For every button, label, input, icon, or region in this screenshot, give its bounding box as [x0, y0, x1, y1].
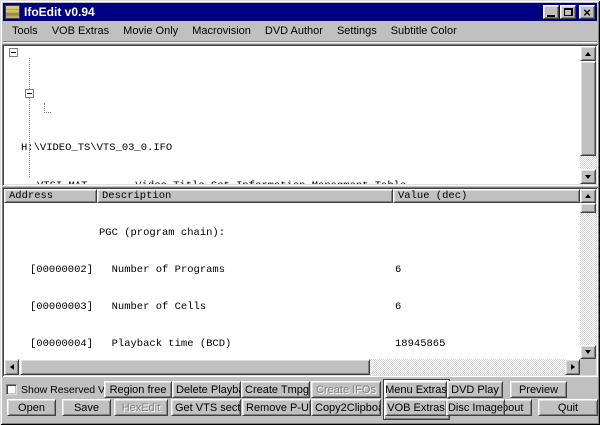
arrow-up-icon: [585, 49, 591, 56]
menu-item-dvd-author[interactable]: DVD Author: [258, 23, 330, 39]
table-vertical-scrollbar[interactable]: [580, 189, 596, 359]
arrow-down-icon: [585, 350, 591, 357]
collapse-icon[interactable]: [25, 89, 34, 98]
scroll-down-button[interactable]: [580, 169, 596, 184]
minimize-button[interactable]: [543, 5, 559, 19]
column-header-description: Description: [97, 189, 393, 203]
table-body: PGC (program chain): [00000002] Number o…: [4, 203, 580, 359]
tree-item-name: VTSI_MAT: [37, 180, 129, 184]
scroll-up-button[interactable]: [580, 189, 596, 203]
app-icon[interactable]: [5, 5, 20, 19]
save-button[interactable]: Save: [62, 399, 111, 416]
restore-icon: [563, 8, 573, 16]
show-reserved-checkbox[interactable]: [6, 384, 17, 395]
menu-item-subtitle-color[interactable]: Subtitle Color: [384, 23, 464, 39]
menu-item-settings[interactable]: Settings: [330, 23, 384, 39]
table-row[interactable]: PGC (program chain):: [4, 227, 580, 240]
ifo-structure-tree: H:\VIDEO_TS\VTS_03_0.IFO VTSI_MAT -Video…: [2, 44, 598, 186]
button-panel: Show Reserved Valu Region free Delete Pl…: [0, 377, 600, 423]
arrow-up-icon: [585, 191, 591, 198]
close-icon: [583, 5, 591, 20]
scroll-right-button[interactable]: [565, 359, 580, 375]
hexedit-button: HexEdit: [114, 399, 168, 416]
scroll-up-button[interactable]: [580, 46, 596, 61]
vob-extras-button[interactable]: VOB Extras: [385, 399, 447, 416]
table-row[interactable]: [00000002] Number of Programs 6: [4, 264, 580, 277]
scroll-thumb[interactable]: [580, 203, 596, 213]
collapse-icon[interactable]: [9, 48, 18, 57]
column-header-address: Address: [4, 189, 97, 203]
ifo-value-table: Address Description Value (dec) PGC (pro…: [2, 187, 598, 377]
tree-root-label: H:\VIDEO_TS\VTS_03_0.IFO: [21, 142, 173, 154]
window-title: IfoEdit v0.94: [24, 5, 95, 19]
close-button[interactable]: [579, 5, 595, 19]
title-bar[interactable]: IfoEdit v0.94: [3, 3, 597, 21]
scroll-thumb[interactable]: [580, 61, 596, 156]
get-vts-sectors-button[interactable]: Get VTS sectors: [171, 399, 241, 416]
window-controls: [543, 5, 595, 19]
menu-item-vob-extras[interactable]: VOB Extras: [45, 23, 116, 39]
menu-item-macrovision[interactable]: Macrovision: [185, 23, 258, 39]
table-row[interactable]: [00000004] Playback time (BCD) 18945865: [4, 338, 580, 351]
tree-item-vtsi-mat[interactable]: VTSI_MAT -Video Title Set Information Ma…: [4, 180, 580, 184]
restore-button[interactable]: [560, 5, 576, 19]
menu-extras-button[interactable]: Menu Extras: [385, 381, 447, 398]
arrow-left-icon: [7, 364, 14, 370]
menu-divider: [3, 41, 597, 43]
tree-root-item[interactable]: H:\VIDEO_TS\VTS_03_0.IFO: [4, 142, 580, 156]
scroll-thumb[interactable]: [20, 359, 370, 375]
scroll-left-button[interactable]: [4, 359, 19, 375]
create-tmpg-button[interactable]: Create Tmpg T: [241, 381, 310, 398]
scrollbar-corner: [580, 359, 596, 375]
arrow-right-icon: [570, 364, 578, 370]
ifoedit-window: IfoEdit v0.94 Tools VOB Extras Movie Onl…: [0, 0, 600, 425]
minimize-icon: [547, 14, 555, 17]
table-horizontal-scrollbar[interactable]: [4, 359, 580, 375]
copy2clipboard-button[interactable]: Copy2Clipboard: [311, 399, 381, 416]
table-row[interactable]: [00000003] Number of Cells 6: [4, 301, 580, 314]
table-header: Address Description Value (dec): [4, 189, 580, 203]
open-button[interactable]: Open: [7, 399, 56, 416]
arrow-down-icon: [585, 174, 591, 182]
disc-image-button[interactable]: Disc Image: [446, 399, 505, 416]
preview-button[interactable]: Preview: [510, 381, 567, 398]
dvd-play-button[interactable]: DVD Play: [447, 381, 503, 398]
tree-line: [29, 58, 30, 177]
region-free-button[interactable]: Region free: [104, 381, 172, 398]
scroll-down-button[interactable]: [580, 345, 596, 359]
menu-item-tools[interactable]: Tools: [5, 23, 45, 39]
quit-button[interactable]: Quit: [538, 399, 598, 416]
create-ifos-button: Create IFOs: [311, 381, 381, 398]
remove-pups-button[interactable]: Remove P-UPs: [242, 399, 311, 416]
column-header-value: Value (dec): [393, 189, 580, 203]
delete-playback-button[interactable]: Delete Playbac: [172, 381, 241, 398]
menu-bar: Tools VOB Extras Movie Only Macrovision …: [3, 22, 597, 40]
tree-content: H:\VIDEO_TS\VTS_03_0.IFO VTSI_MAT -Video…: [4, 46, 580, 184]
tree-scrollbar[interactable]: [580, 46, 596, 184]
tree-line: [44, 112, 51, 113]
tree-item-desc: -Video Title Set Information Managment T…: [129, 180, 406, 184]
menu-item-movie-only[interactable]: Movie Only: [116, 23, 185, 39]
